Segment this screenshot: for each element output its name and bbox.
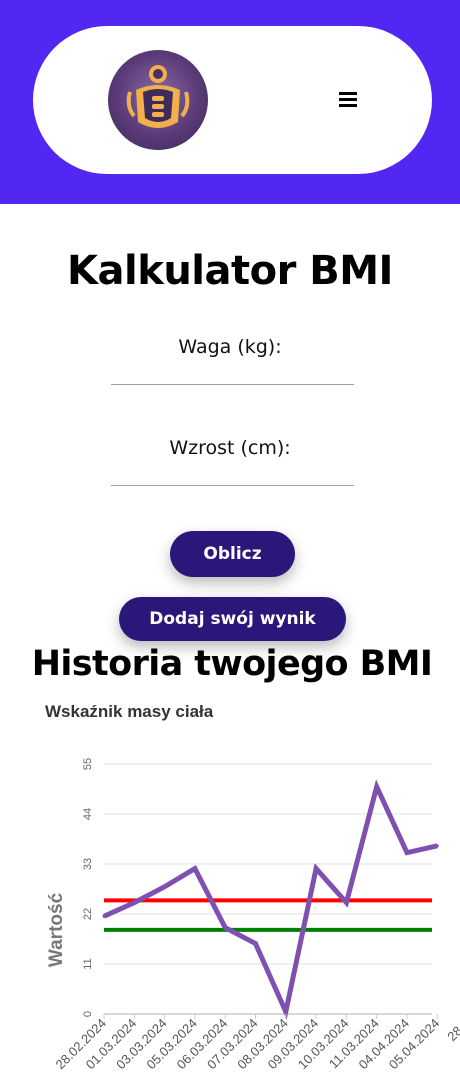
bmi-history-chart: Wskaźnik masy ciała 0 11 22 33 44 55 28.02.20…	[0, 695, 460, 1087]
page-title: Kalkulator BMI	[67, 248, 393, 294]
y-tick-label: 55	[82, 758, 94, 770]
navbar	[33, 26, 432, 174]
y-axis-label: Wartość	[46, 892, 67, 967]
y-tick-label: 11	[82, 958, 94, 969]
body-figure-logo-icon[interactable]	[108, 50, 208, 150]
calculate-button[interactable]: Oblicz	[170, 531, 295, 577]
height-input[interactable]	[111, 459, 354, 486]
data-point	[314, 867, 318, 871]
y-tick-label: 44	[82, 808, 94, 820]
header-background	[0, 0, 460, 204]
data-point	[193, 867, 197, 871]
data-point	[344, 901, 348, 905]
chart-canvas: 01122334455 28.02.202401.03.202403.03.20…	[46, 758, 460, 1072]
data-point	[132, 901, 136, 905]
weight-input[interactable]	[111, 358, 354, 385]
data-point	[405, 851, 409, 855]
data-point	[223, 926, 227, 930]
x-tick-label: 28.0	[444, 1016, 460, 1045]
data-point	[163, 885, 167, 889]
y-tick-label: 0	[82, 1011, 94, 1017]
hamburger-menu-icon[interactable]	[333, 84, 363, 114]
add-result-button[interactable]: Dodaj swój wynik	[119, 597, 346, 641]
logo-graphic	[126, 65, 190, 128]
history-title: Historia twojego BMI	[31, 644, 433, 684]
hamburger-lines	[339, 92, 357, 107]
weight-label: Waga (kg):	[178, 336, 282, 358]
y-tick-label: 33	[82, 858, 94, 870]
data-point	[254, 942, 257, 946]
data-point	[435, 844, 439, 848]
data-point	[284, 1010, 288, 1014]
y-tick-label: 22	[82, 908, 94, 920]
height-label: Wzrost (cm):	[169, 437, 291, 459]
data-point	[375, 785, 379, 789]
data-point	[102, 914, 106, 918]
